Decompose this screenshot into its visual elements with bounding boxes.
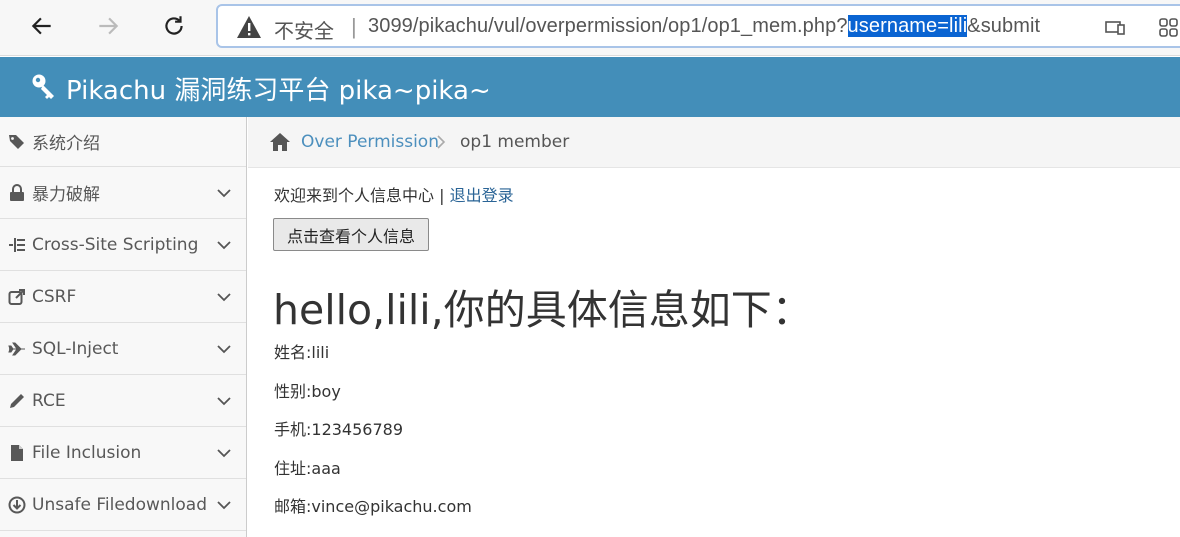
lock-icon: [8, 183, 28, 202]
info-address: 住址:aaa: [274, 459, 341, 478]
key-icon: [32, 74, 54, 99]
chevron-down-icon: [217, 501, 231, 510]
chevron-down-icon: [217, 189, 231, 198]
sidebar-item-sqli[interactable]: SQL-Inject: [0, 323, 246, 375]
back-button[interactable]: [22, 8, 62, 44]
sidebar-item-xss[interactable]: Cross-Site Scripting: [0, 219, 246, 271]
url-prefix: 3099/pikachu/vul/overpermission/op1/op1_…: [368, 15, 848, 37]
greeting-heading: hello,lili,你的具体信息如下：: [273, 286, 813, 334]
breadcrumb-current: op1 member: [460, 132, 570, 152]
tags-icon: [8, 133, 28, 151]
url-suffix: &submit: [967, 15, 1041, 37]
forward-arrow-icon: [99, 17, 119, 35]
info-phone: 手机:123456789: [274, 420, 404, 439]
back-arrow-icon: [31, 17, 51, 35]
sidebar-item-file-inclusion[interactable]: File Inclusion: [0, 427, 246, 479]
address-separator: |: [351, 14, 357, 39]
forward-button[interactable]: [88, 8, 128, 44]
sidebar-item-label: File Inclusion: [32, 442, 142, 463]
apps-icon[interactable]: [1158, 18, 1180, 38]
sidebar-item-bruteforce[interactable]: 暴力破解: [0, 167, 246, 219]
chevron-down-icon: [217, 397, 231, 406]
sidebar-item-label: RCE: [32, 390, 66, 411]
chevron-right-icon: [437, 135, 446, 149]
warning-icon: [237, 16, 261, 38]
site-title[interactable]: Pikachu 漏洞练习平台 pika~pika~: [66, 70, 491, 107]
logout-link[interactable]: 退出登录: [450, 186, 514, 205]
welcome-separator: |: [434, 186, 450, 205]
url-text[interactable]: 3099/pikachu/vul/overpermission/op1/op1_…: [368, 15, 1040, 38]
info-name: 姓名:lili: [274, 343, 330, 362]
chevron-down-icon: [217, 241, 231, 250]
device-icon[interactable]: [1104, 18, 1126, 38]
sidebar-item-intro[interactable]: 系统介绍: [0, 117, 246, 167]
sidebar-item-label: SQL-Inject: [32, 338, 119, 359]
sidebar-item-label: Cross-Site Scripting: [32, 234, 199, 255]
list-icon: [8, 236, 28, 254]
sidebar-item-label: CSRF: [32, 286, 77, 307]
chevron-down-icon: [217, 293, 231, 302]
download-icon: [8, 496, 28, 514]
security-label[interactable]: 不安全: [274, 15, 334, 44]
breadcrumb-link-over-permission[interactable]: Over Permission: [301, 132, 439, 152]
file-icon: [8, 444, 28, 462]
info-gender: 性别:boy: [274, 382, 341, 401]
address-bar[interactable]: 不安全 | 3099/pikachu/vul/overpermission/op…: [216, 4, 1180, 48]
chevron-down-icon: [217, 345, 231, 354]
home-icon: [270, 133, 290, 151]
pencil-icon: [8, 392, 28, 410]
sidebar: 系统介绍 暴力破解 Cross-Site Scripting CSRF SQL-…: [0, 117, 247, 537]
sidebar-item-rce[interactable]: RCE: [0, 375, 246, 427]
sidebar-item-label: 系统介绍: [32, 134, 100, 154]
reload-button[interactable]: [154, 8, 194, 44]
sidebar-item-filedownload[interactable]: Unsafe Filedownload: [0, 479, 246, 531]
sidebar-item-label: 暴力破解: [32, 185, 100, 205]
breadcrumb: Over Permission op1 member: [248, 117, 1180, 168]
info-email: 邮箱:vince@pikachu.com: [274, 497, 472, 516]
site-header: Pikachu 漏洞练习平台 pika~pika~: [0, 57, 1180, 117]
url-selection: username=lili: [847, 15, 968, 37]
browser-toolbar: 不安全 | 3099/pikachu/vul/overpermission/op…: [0, 0, 1180, 56]
reload-icon: [165, 16, 183, 35]
sidebar-item-label: Unsafe Filedownload: [32, 494, 207, 515]
sidebar-item-csrf[interactable]: CSRF: [0, 271, 246, 323]
welcome-text: 欢迎来到个人信息中心: [274, 186, 435, 205]
view-info-button[interactable]: 点击查看个人信息: [273, 218, 429, 251]
share-icon: [8, 288, 28, 306]
plane-icon: [8, 340, 28, 358]
welcome-line: 欢迎来到个人信息中心 | 退出登录: [274, 182, 514, 206]
chevron-down-icon: [217, 449, 231, 458]
